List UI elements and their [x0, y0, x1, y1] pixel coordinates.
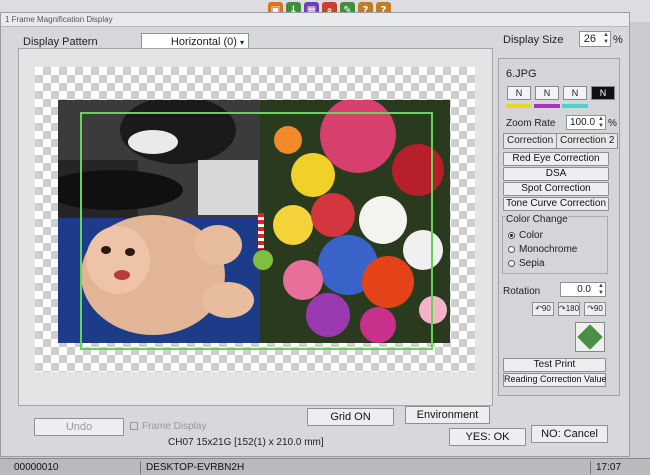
print-frame-outline: [80, 112, 433, 350]
chevron-down-icon: ▾: [239, 38, 244, 47]
n-button-black[interactable]: N: [591, 86, 615, 100]
status-divider: [140, 461, 141, 474]
frame-display-label: Frame Display: [142, 421, 207, 432]
tab-correction-2[interactable]: Correction 2: [556, 133, 619, 149]
window-title: 1 Frame Magnification Display: [1, 13, 629, 27]
radio-monochrome-label: Monochrome: [519, 244, 578, 255]
status-divider: [590, 461, 591, 474]
dsa-button[interactable]: DSA: [503, 167, 609, 181]
radio-sepia[interactable]: Sepia: [508, 258, 545, 269]
undo-button[interactable]: Undo: [34, 418, 124, 436]
rotation-value: 0.0: [577, 284, 591, 295]
radio-monochrome[interactable]: Monochrome: [508, 244, 577, 255]
rotate-left-90-button[interactable]: ↶90: [532, 302, 554, 316]
yellow-swatch: [506, 104, 532, 108]
color-change-label: Color Change: [506, 214, 568, 225]
display-size-unit: %: [613, 34, 623, 46]
rotate-right-90-button[interactable]: ↷90: [584, 302, 606, 316]
status-code: 00000010: [14, 462, 59, 473]
red-eye-correction-button[interactable]: Red Eye Correction: [503, 152, 609, 166]
status-time: 17:07: [596, 462, 622, 473]
yes-ok-button[interactable]: YES: OK: [449, 428, 526, 446]
test-print-button[interactable]: Test Print: [503, 358, 606, 372]
status-computer-name: DESKTOP-EVRBN2H: [146, 462, 245, 473]
radio-color[interactable]: Color: [508, 230, 543, 241]
tone-curve-correction-button[interactable]: Tone Curve Correction: [503, 197, 609, 211]
file-name: 6.JPG: [506, 68, 537, 80]
zoom-rate-stepper[interactable]: 100.0: [566, 115, 606, 130]
display-size-label: Display Size: [503, 34, 564, 46]
reading-correction-value-button[interactable]: Reading Correction Value: [503, 373, 606, 387]
frame-info-text: CH07 15x21G [152(1) x 210.0 mm]: [168, 437, 324, 448]
n-button-yellow[interactable]: N: [507, 86, 531, 100]
radio-selected-icon: [508, 232, 515, 239]
display-pattern-label: Display Pattern: [23, 36, 98, 48]
rotation-stepper[interactable]: 0.0: [560, 282, 606, 297]
n-button-magenta[interactable]: N: [535, 86, 559, 100]
rotation-label: Rotation: [503, 286, 541, 297]
rotate-180-button[interactable]: ↷180: [558, 302, 580, 316]
display-size-stepper[interactable]: 26: [579, 31, 611, 47]
radio-color-label: Color: [519, 230, 543, 241]
display-pattern-value: Horizontal (0): [170, 36, 237, 48]
move-arrows-icon[interactable]: [575, 322, 605, 352]
status-bar: 00000010 DESKTOP-EVRBN2H 17:07: [0, 458, 650, 475]
environment-button[interactable]: Environment: [405, 406, 490, 424]
display-size-value: 26: [583, 33, 596, 45]
no-cancel-button[interactable]: NO: Cancel: [531, 425, 608, 443]
cyan-swatch: [562, 104, 588, 108]
magenta-swatch: [534, 104, 560, 108]
zoom-rate-value: 100.0: [570, 117, 596, 128]
n-button-cyan[interactable]: N: [563, 86, 587, 100]
screen: ▣ ↓ ▦ ⌕ ✎ ? ? 1 Frame Magnification Disp…: [0, 0, 650, 475]
zoom-rate-label: Zoom Rate: [506, 118, 556, 129]
frame-marker: [258, 213, 264, 249]
radio-sepia-label: Sepia: [519, 258, 545, 269]
radio-icon: [508, 260, 515, 267]
radio-icon: [508, 246, 515, 253]
zoom-rate-unit: %: [608, 118, 617, 129]
spot-correction-button[interactable]: Spot Correction: [503, 182, 609, 196]
grid-on-button[interactable]: Grid ON: [307, 408, 394, 426]
checkbox-icon: [130, 422, 138, 430]
frame-display-checkbox[interactable]: Frame Display: [130, 421, 206, 432]
